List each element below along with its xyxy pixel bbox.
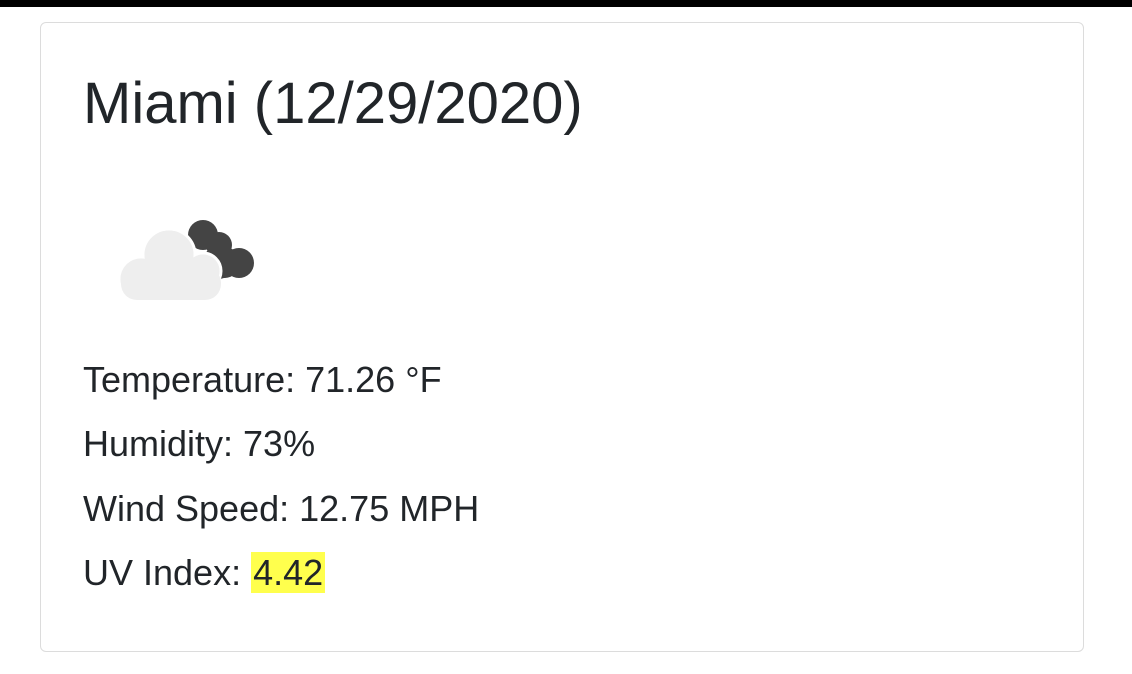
temperature-stat: Temperature: 71.26 °F [83,358,442,402]
wind-speed-value: 12.75 MPH [299,488,480,529]
wind-speed-label: Wind Speed: [83,488,300,529]
humidity-value: 73% [243,423,316,464]
uv-index-label: UV Index: [83,552,252,593]
city-date-title: Miami (12/29/2020) [83,71,583,136]
top-bar [0,0,1132,7]
temperature-label: Temperature: [83,359,306,400]
humidity-stat: Humidity: 73% [83,422,315,466]
current-weather-card: Miami (12/29/2020) Temperature: 71.26 °F… [40,22,1084,652]
wind-speed-stat: Wind Speed: 12.75 MPH [83,487,479,531]
humidity-label: Humidity: [83,423,244,464]
cloudy-night-icon [107,207,263,307]
temperature-value: 71.26 °F [305,359,442,400]
uv-index-badge: 4.42 [251,552,326,593]
uv-index-stat: UV Index: 4.42 [83,551,326,595]
